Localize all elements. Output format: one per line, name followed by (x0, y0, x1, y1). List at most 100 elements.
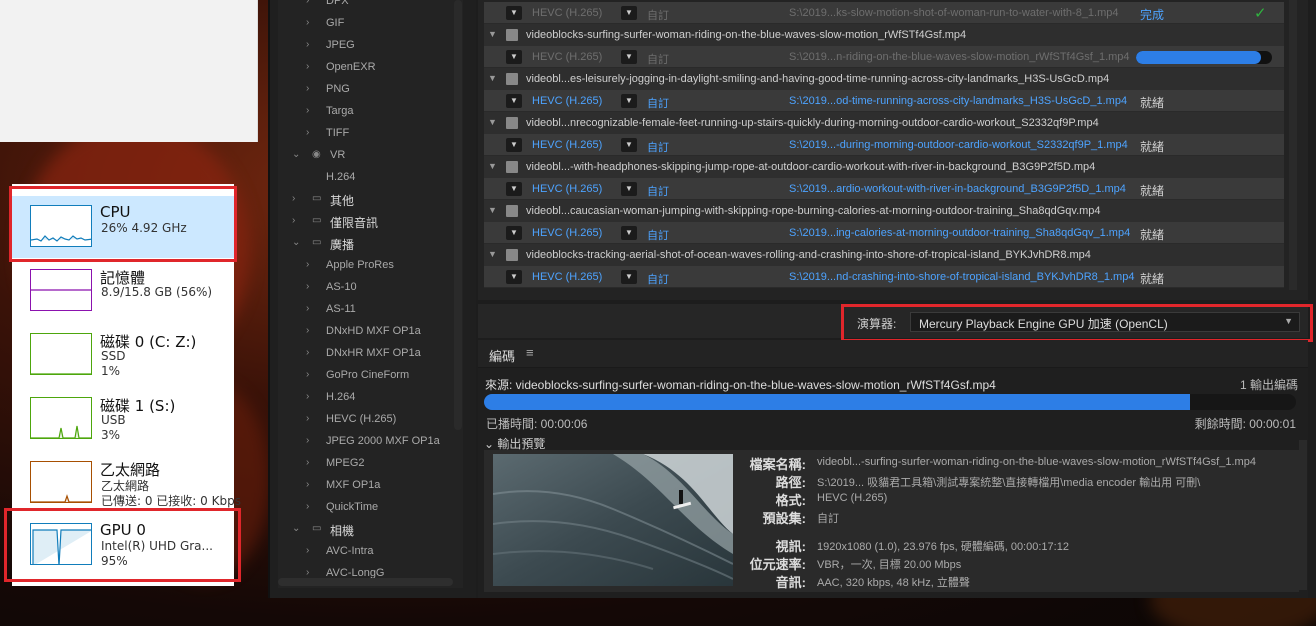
format-link[interactable]: HEVC (H.265) (532, 183, 602, 195)
perf-item[interactable]: 磁碟 0 (C: Z:) SSD 1% (12, 324, 234, 386)
chevron-right-icon[interactable]: › (306, 457, 309, 468)
output-file-link[interactable]: S:\2019...ks-slow-motion-shot-of-woman-r… (789, 7, 1119, 19)
chevron-right-icon[interactable]: › (306, 105, 309, 116)
chevron-right-icon[interactable]: › (306, 281, 309, 292)
chevron-right-icon[interactable]: › (306, 369, 309, 380)
chevron-right-icon[interactable]: › (292, 193, 295, 204)
chevron-down-icon[interactable]: ▼ (488, 205, 497, 215)
chevron-right-icon[interactable]: › (306, 347, 309, 358)
queue-output-row[interactable]: ▼ HEVC (H.265) ▼ 自訂 S:\2019...n-riding-on-th… (484, 46, 1284, 68)
preset-row[interactable]: ⌄ ▭ 廣播 (278, 232, 463, 254)
format-link[interactable]: HEVC (H.265) (532, 95, 602, 107)
preset-row[interactable]: › AVC-Intra (278, 540, 463, 562)
preset-row[interactable]: › ▭ 其他 (278, 188, 463, 210)
chevron-right-icon[interactable]: › (306, 501, 309, 512)
hamburger-menu-icon[interactable]: ≡ (526, 345, 534, 360)
format-dropdown-icon[interactable]: ▼ (506, 6, 522, 20)
format-dropdown-icon[interactable]: ▼ (506, 270, 522, 284)
preset-row[interactable]: › DNxHD MXF OP1a (278, 320, 463, 342)
chevron-down-icon[interactable]: ⌄ (292, 237, 300, 248)
preset-dropdown-icon[interactable]: ▼ (621, 6, 637, 20)
chevron-down-icon[interactable]: ▼ (488, 29, 497, 39)
format-dropdown-icon[interactable]: ▼ (506, 182, 522, 196)
chevron-right-icon[interactable]: › (306, 303, 309, 314)
perf-item[interactable]: 記憶體 8.9/15.8 GB (56%) (12, 260, 234, 322)
chevron-right-icon[interactable]: › (306, 545, 309, 556)
chevron-right-icon[interactable]: › (306, 61, 309, 72)
preset-row[interactable]: › QuickTime (278, 496, 463, 518)
chevron-right-icon[interactable]: › (306, 39, 309, 50)
preview-scrollbar[interactable] (1299, 440, 1307, 590)
preset-row[interactable]: › TIFF (278, 122, 463, 144)
preset-row[interactable]: › PNG (278, 78, 463, 100)
queue-source-row[interactable]: ▼ videobl...-with-headphones-skipping-jum… (484, 156, 1284, 178)
chevron-down-icon[interactable]: ▼ (488, 249, 497, 259)
output-file-link[interactable]: S:\2019...nd-crashing-into-shore-of-trop… (789, 271, 1134, 283)
preset-row[interactable]: › GIF (278, 12, 463, 34)
chevron-down-icon[interactable]: ⌄ (292, 149, 300, 160)
chevron-right-icon[interactable]: › (306, 325, 309, 336)
output-file-link[interactable]: S:\2019...ing-calories-at-morning-outdoo… (789, 227, 1130, 239)
preset-scrollbar[interactable] (454, 0, 462, 430)
queue-output-row[interactable]: ▼ HEVC (H.265) ▼ 自訂 S:\2019...nd-crashing-in… (484, 266, 1284, 288)
preset-row[interactable]: › DPX (278, 0, 463, 12)
chevron-right-icon[interactable]: › (306, 567, 309, 578)
output-file-link[interactable]: S:\2019...-during-morning-outdoor-cardio… (789, 139, 1128, 151)
preset-row[interactable]: ⌄ ▭ 相機 (278, 518, 463, 540)
queue-source-row[interactable]: ▼ videobl...caucasian-woman-jumping-with-… (484, 200, 1284, 222)
chevron-right-icon[interactable]: › (306, 435, 309, 446)
chevron-right-icon[interactable]: › (306, 17, 309, 28)
preset-row[interactable]: › JPEG (278, 34, 463, 56)
queue-source-row[interactable]: ▼ videobl...es-leisurely-jogging-in-dayli… (484, 68, 1284, 90)
queue-output-row[interactable]: ▼ HEVC (H.265) ▼ 自訂 S:\2019...-during-mornin… (484, 134, 1284, 156)
format-dropdown-icon[interactable]: ▼ (506, 50, 522, 64)
preset-row[interactable]: › Targa (278, 100, 463, 122)
encoding-panel-title[interactable]: 編碼 (489, 346, 515, 365)
preset-link[interactable]: 自訂 (647, 95, 669, 111)
queue-output-row[interactable]: ▼ HEVC (H.265) ▼ 自訂 S:\2019...ing-calories-a… (484, 222, 1284, 244)
preset-row[interactable]: › Apple ProRes (278, 254, 463, 276)
chevron-right-icon[interactable]: › (306, 413, 309, 424)
chevron-right-icon[interactable]: › (306, 0, 309, 6)
chevron-right-icon[interactable]: › (306, 127, 309, 138)
preset-dropdown-icon[interactable]: ▼ (621, 270, 637, 284)
chevron-right-icon[interactable]: › (306, 83, 309, 94)
queue-source-row[interactable]: ▼ videobl...nrecognizable-female-feet-run… (484, 112, 1284, 134)
chevron-down-icon[interactable]: ▼ (488, 73, 497, 83)
preset-link[interactable]: 自訂 (647, 139, 669, 155)
preset-row[interactable]: › DNxHR MXF OP1a (278, 342, 463, 364)
perf-item[interactable]: 磁碟 1 (S:) USB 3% (12, 388, 234, 450)
preset-horizontal-scrollbar[interactable] (278, 578, 453, 586)
queue-scrollbar[interactable] (1289, 0, 1297, 290)
format-link[interactable]: HEVC (H.265) (532, 271, 602, 283)
output-file-link[interactable]: S:\2019...ardio-workout-with-river-in-ba… (789, 183, 1126, 195)
chevron-right-icon[interactable]: › (292, 215, 295, 226)
format-link[interactable]: HEVC (H.265) (532, 139, 602, 151)
chevron-down-icon[interactable]: ⌄ (292, 523, 300, 534)
format-dropdown-icon[interactable]: ▼ (506, 226, 522, 240)
preset-row[interactable]: › MXF OP1a (278, 474, 463, 496)
chevron-right-icon[interactable]: › (306, 391, 309, 402)
preset-dropdown-icon[interactable]: ▼ (621, 94, 637, 108)
preset-link[interactable]: 自訂 (647, 183, 669, 199)
output-file-link[interactable]: S:\2019...od-time-running-across-city-la… (789, 95, 1127, 107)
preset-row[interactable]: › HEVC (H.265) (278, 408, 463, 430)
preset-row[interactable]: › JPEG 2000 MXF OP1a (278, 430, 463, 452)
chevron-down-icon[interactable]: ▼ (488, 117, 497, 127)
preset-row[interactable]: › AS-11 (278, 298, 463, 320)
chevron-right-icon[interactable]: › (306, 479, 309, 490)
output-file-link[interactable]: S:\2019...n-riding-on-the-blue-waves-slo… (789, 51, 1130, 63)
preset-row[interactable]: › AS-10 (278, 276, 463, 298)
preset-link[interactable]: 自訂 (647, 7, 669, 23)
preset-link[interactable]: 自訂 (647, 51, 669, 67)
preset-dropdown-icon[interactable]: ▼ (621, 50, 637, 64)
format-link[interactable]: HEVC (H.265) (532, 51, 602, 63)
queue-output-row[interactable]: ▼ HEVC (H.265) ▼ 自訂 S:\2019...ardio-workout-… (484, 178, 1284, 200)
chevron-right-icon[interactable]: › (306, 259, 309, 270)
queue-output-row[interactable]: ▼ HEVC (H.265) ▼ 自訂 S:\2019...od-time-runnin… (484, 90, 1284, 112)
preset-dropdown-icon[interactable]: ▼ (621, 182, 637, 196)
chevron-down-icon[interactable]: ▼ (488, 161, 497, 171)
format-link[interactable]: HEVC (H.265) (532, 7, 602, 19)
format-dropdown-icon[interactable]: ▼ (506, 94, 522, 108)
preset-row[interactable]: ⌄ ◉ VR (278, 144, 463, 166)
